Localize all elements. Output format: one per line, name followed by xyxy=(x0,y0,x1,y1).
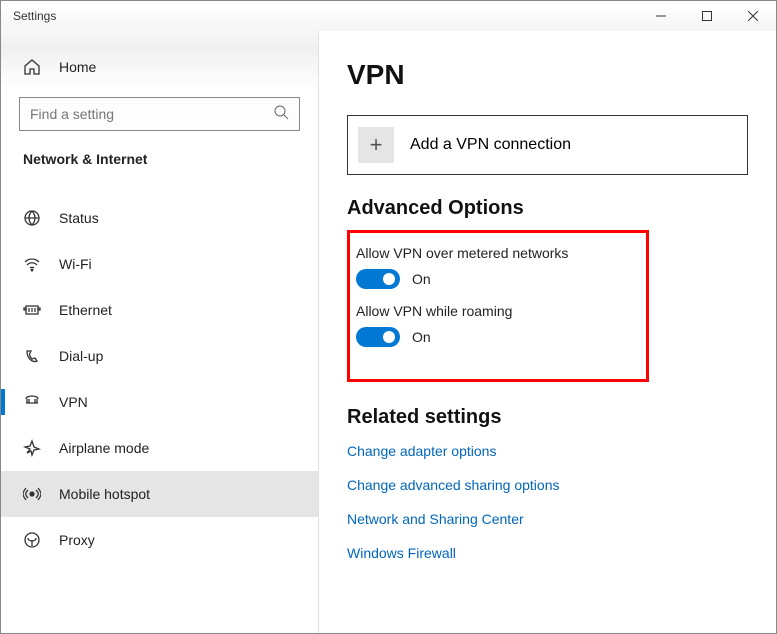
ethernet-icon xyxy=(23,301,41,319)
link-sharing[interactable]: Change advanced sharing options xyxy=(347,477,748,493)
add-vpn-button[interactable]: + Add a VPN connection xyxy=(347,115,748,175)
plus-icon: + xyxy=(358,127,394,163)
nav-label: Dial-up xyxy=(59,348,103,364)
sidebar-item-wifi[interactable]: Wi-Fi xyxy=(1,241,318,287)
toggle-metered-state: On xyxy=(412,271,431,287)
nav-label: Status xyxy=(59,210,99,226)
nav-label: Mobile hotspot xyxy=(59,486,150,502)
link-center[interactable]: Network and Sharing Center xyxy=(347,511,748,527)
nav-label: Wi-Fi xyxy=(59,256,92,272)
titlebar: Settings xyxy=(1,1,776,31)
toggle-metered-switch[interactable] xyxy=(356,269,400,289)
sidebar: Home Network & Internet Status Wi-Fi Et xyxy=(1,31,319,633)
sidebar-item-hotspot[interactable]: Mobile hotspot xyxy=(1,471,318,517)
minimize-button[interactable] xyxy=(638,1,684,31)
wifi-icon xyxy=(23,255,41,273)
toggle-roaming: Allow VPN while roaming On xyxy=(350,303,646,347)
vpn-icon xyxy=(23,393,41,411)
nav-label: Airplane mode xyxy=(59,440,149,456)
search-input[interactable] xyxy=(30,106,273,122)
nav-label: Ethernet xyxy=(59,302,112,318)
close-button[interactable] xyxy=(730,1,776,31)
sidebar-item-ethernet[interactable]: Ethernet xyxy=(1,287,318,333)
hotspot-icon xyxy=(23,485,41,503)
dialup-icon xyxy=(23,347,41,365)
link-adapter[interactable]: Change adapter options xyxy=(347,443,748,459)
category-label: Network & Internet xyxy=(1,131,318,177)
toggle-metered: Allow VPN over metered networks On xyxy=(350,245,646,289)
proxy-icon xyxy=(23,531,41,549)
window-title: Settings xyxy=(13,9,638,23)
toggle-roaming-state: On xyxy=(412,329,431,345)
settings-window: Settings Home Network & Internet Status xyxy=(0,0,777,634)
sidebar-item-status[interactable]: Status xyxy=(1,195,318,241)
link-firewall[interactable]: Windows Firewall xyxy=(347,545,748,561)
nav-list: Status Wi-Fi Ethernet Dial-up VPN xyxy=(1,195,318,563)
airplane-icon xyxy=(23,439,41,457)
add-vpn-label: Add a VPN connection xyxy=(410,136,571,154)
toggle-roaming-label: Allow VPN while roaming xyxy=(356,303,646,319)
globe-icon xyxy=(23,209,41,227)
page-title: VPN xyxy=(347,59,748,91)
home-icon xyxy=(23,58,41,76)
search-box[interactable] xyxy=(19,97,300,131)
nav-label: VPN xyxy=(59,394,88,410)
toggle-metered-label: Allow VPN over metered networks xyxy=(356,245,646,261)
home-nav[interactable]: Home xyxy=(1,47,318,87)
maximize-button[interactable] xyxy=(684,1,730,31)
sidebar-item-airplane[interactable]: Airplane mode xyxy=(1,425,318,471)
home-label: Home xyxy=(59,59,96,75)
main-content: VPN + Add a VPN connection Advanced Opti… xyxy=(319,31,776,633)
search-icon xyxy=(273,104,289,125)
related-settings-title: Related settings xyxy=(347,406,748,429)
toggle-roaming-switch[interactable] xyxy=(356,327,400,347)
advanced-options-title: Advanced Options xyxy=(347,197,748,220)
sidebar-item-proxy[interactable]: Proxy xyxy=(1,517,318,563)
sidebar-item-vpn[interactable]: VPN xyxy=(1,379,318,425)
sidebar-item-dialup[interactable]: Dial-up xyxy=(1,333,318,379)
nav-label: Proxy xyxy=(59,532,95,548)
highlight-box: Allow VPN over metered networks On Allow… xyxy=(347,230,649,382)
